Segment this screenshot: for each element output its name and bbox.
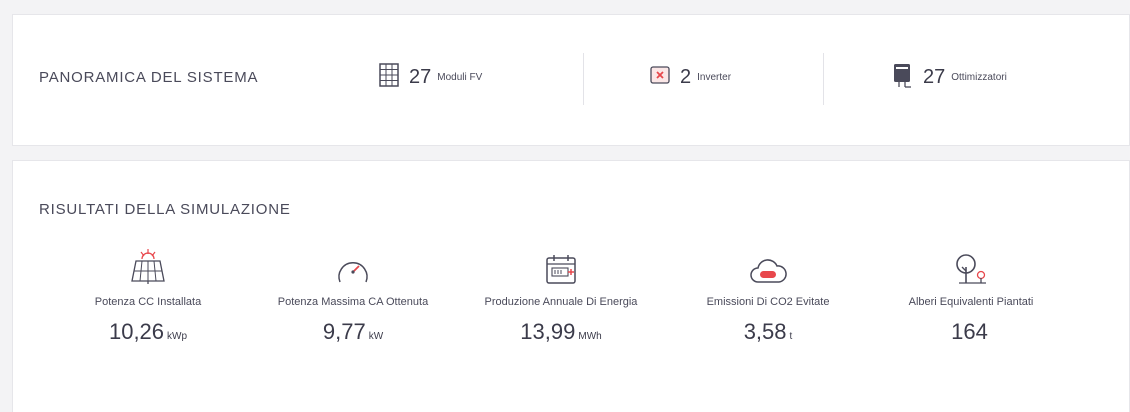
metric-value: 3,58 t bbox=[683, 319, 853, 345]
optimizer-icon bbox=[891, 62, 913, 93]
modules-label: Moduli FV bbox=[437, 71, 483, 83]
inverter-icon bbox=[650, 65, 670, 89]
metric-number: 3,58 bbox=[743, 319, 787, 344]
optimizers-label: Ottimizzatori bbox=[951, 71, 1007, 83]
metric-co2-avoided: Emissioni Di CO2 Evitate 3,58 t bbox=[683, 245, 853, 345]
metric-label: Potenza CC Installata bbox=[94, 296, 202, 308]
metric-unit: kWp bbox=[167, 331, 188, 342]
metric-unit: t bbox=[789, 331, 793, 342]
calendar-battery-icon bbox=[476, 245, 646, 285]
metric-label: Alberi Equivalenti Piantati bbox=[908, 296, 1034, 308]
trees-icon bbox=[886, 245, 1056, 285]
divider bbox=[583, 53, 584, 105]
metric-number: 13,99 bbox=[520, 319, 576, 344]
gauge-icon bbox=[268, 245, 438, 285]
metric-unit: kW bbox=[368, 331, 384, 342]
inverters-label: Inverter bbox=[697, 71, 732, 83]
metric-label: Produzione Annuale Di Energia bbox=[484, 296, 638, 308]
divider bbox=[823, 53, 824, 105]
metric-value: 13,99 MWh bbox=[476, 319, 646, 345]
metric-label: Potenza Massima CA Ottenuta bbox=[277, 296, 429, 308]
metric-installed-dc-power: Potenza CC Installata 10,26 kWp bbox=[63, 245, 233, 345]
metric-annual-energy: Produzione Annuale Di Energia 13,99 MWh bbox=[476, 245, 646, 345]
metric-trees-planted: Alberi Equivalenti Piantati 164 bbox=[886, 245, 1056, 345]
overview-item-inverters: 2 Inverter bbox=[650, 61, 731, 93]
simulation-results-card: RISULTATI DELLA SIMULAZIONE Potenza CC I… bbox=[12, 160, 1130, 412]
solar-module-icon bbox=[379, 62, 399, 92]
metric-label: Emissioni Di CO2 Evitate bbox=[706, 296, 830, 308]
metric-number: 164 bbox=[951, 319, 988, 344]
solar-panel-sun-icon bbox=[63, 245, 233, 285]
overview-title: PANORAMICA DEL SISTEMA bbox=[39, 69, 259, 86]
overview-item-optimizers: 27 Ottimizzatori bbox=[891, 61, 1007, 93]
inverters-count: 2 bbox=[680, 65, 692, 88]
metric-value: 10,26 kWp bbox=[63, 319, 233, 345]
metric-value: 9,77 kW bbox=[268, 319, 438, 345]
overview-item-modules: 27 Moduli FV bbox=[379, 61, 482, 93]
metric-unit: MWh bbox=[578, 331, 602, 342]
metric-number: 10,26 bbox=[108, 319, 165, 344]
metric-max-ac-power: Potenza Massima CA Ottenuta 9,77 kW bbox=[268, 245, 438, 345]
system-overview-card: PANORAMICA DEL SISTEMA 27 Moduli FV 2 In bbox=[12, 14, 1130, 146]
modules-count: 27 bbox=[409, 65, 432, 88]
metric-value: 164 bbox=[886, 319, 1056, 345]
co2-cloud-icon bbox=[683, 245, 853, 285]
metric-number: 9,77 bbox=[322, 319, 366, 344]
results-title: RISULTATI DELLA SIMULAZIONE bbox=[39, 201, 291, 218]
optimizers-count: 27 bbox=[923, 65, 946, 88]
